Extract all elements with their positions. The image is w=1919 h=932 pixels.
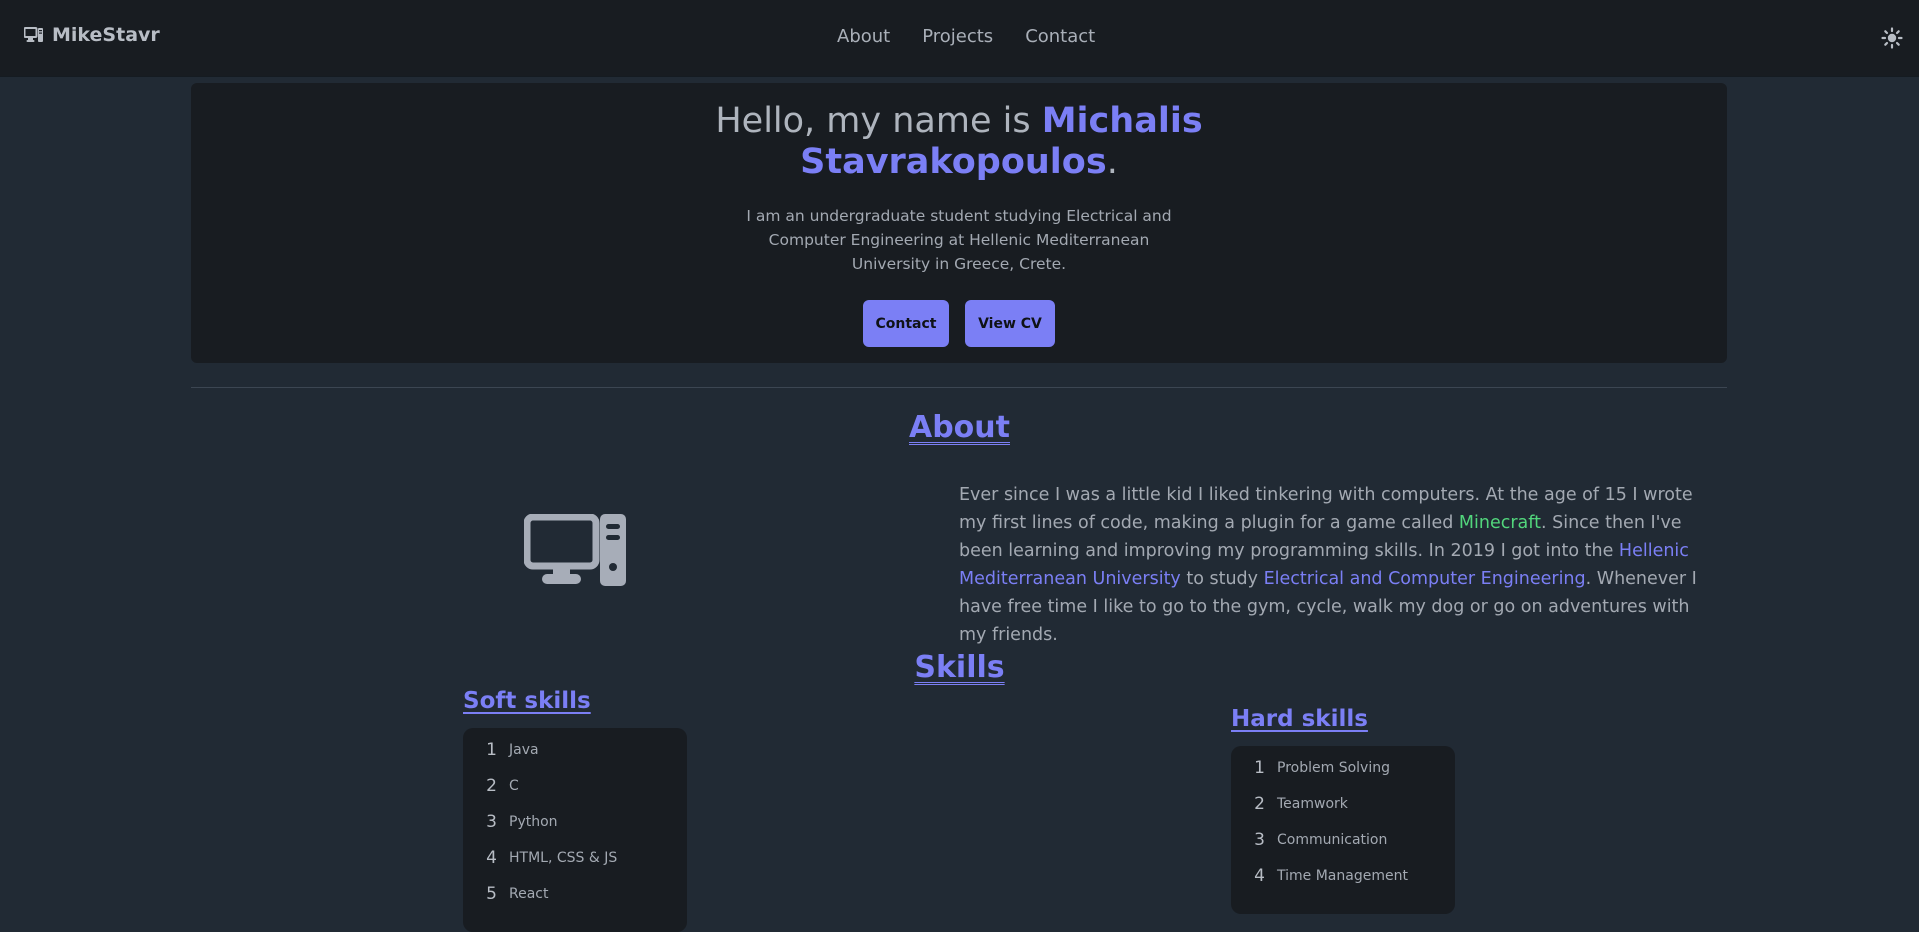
nav-link-contact[interactable]: Contact xyxy=(1025,26,1095,47)
brand-link[interactable]: MikeStavr xyxy=(24,24,160,46)
soft-skills-heading: Soft skills xyxy=(463,688,591,714)
hero-description: I am an undergraduate student studying E… xyxy=(746,207,1172,273)
sun-icon[interactable] xyxy=(1881,27,1903,49)
list-item: 1 Java xyxy=(486,740,539,760)
list-item: 2C xyxy=(486,776,519,796)
soft-skills-list: 1 Java 2C 3 Python 4 HTML, CSS & JS 5 React xyxy=(463,728,687,932)
hero-period: . xyxy=(1106,142,1118,182)
hero-title: Hello, my name is Michalis Stavrakopoulo… xyxy=(191,101,1727,183)
contact-button[interactable]: Contact xyxy=(863,300,949,347)
hero-buttons: Contact View CV xyxy=(863,300,1055,347)
navbar: MikeStavr About Projects Contact xyxy=(0,0,1919,76)
desktop-computer-icon xyxy=(524,514,626,586)
hard-skills-heading: Hard skills xyxy=(1231,706,1368,732)
list-item: 4 HTML, CSS & JS xyxy=(486,848,618,868)
minecraft-link[interactable]: Minecraft xyxy=(1459,513,1541,533)
nav-links: About Projects Contact xyxy=(837,26,1095,47)
hard-skills-list: 1 Problem Solving 2 Teamwork 3 Communicatio… xyxy=(1231,746,1455,914)
list-item: 1 Problem Solving xyxy=(1254,758,1390,778)
about-heading: About xyxy=(908,410,1010,445)
hero-section: Hello, my name is Michalis Stavrakopoulo… xyxy=(191,83,1727,363)
hero-name-last: Stavrakopoulos xyxy=(800,142,1107,182)
list-item: 2 Teamwork xyxy=(1254,794,1348,814)
nav-link-about[interactable]: About xyxy=(837,26,890,47)
hero-name-first: Michalis xyxy=(1041,101,1203,141)
desktop-computer-icon xyxy=(24,27,43,42)
list-item: 4 Time Management xyxy=(1254,866,1408,886)
nav-link-projects[interactable]: Projects xyxy=(922,26,993,47)
list-item: 3 Python xyxy=(486,812,558,832)
department-link[interactable]: Electrical and Computer Engineering xyxy=(1264,569,1586,589)
about-paragraph: Ever since I was a little kid I liked ti… xyxy=(959,485,1697,645)
list-item: 3 Communication xyxy=(1254,830,1388,850)
view-cv-button[interactable]: View CV xyxy=(965,300,1055,347)
section-divider xyxy=(191,387,1727,388)
skills-heading: Skills xyxy=(914,650,1005,685)
brand-name: MikeStavr xyxy=(52,24,160,46)
hero-greeting: Hello, my name is xyxy=(715,101,1042,141)
list-item: 5 React xyxy=(486,884,549,904)
